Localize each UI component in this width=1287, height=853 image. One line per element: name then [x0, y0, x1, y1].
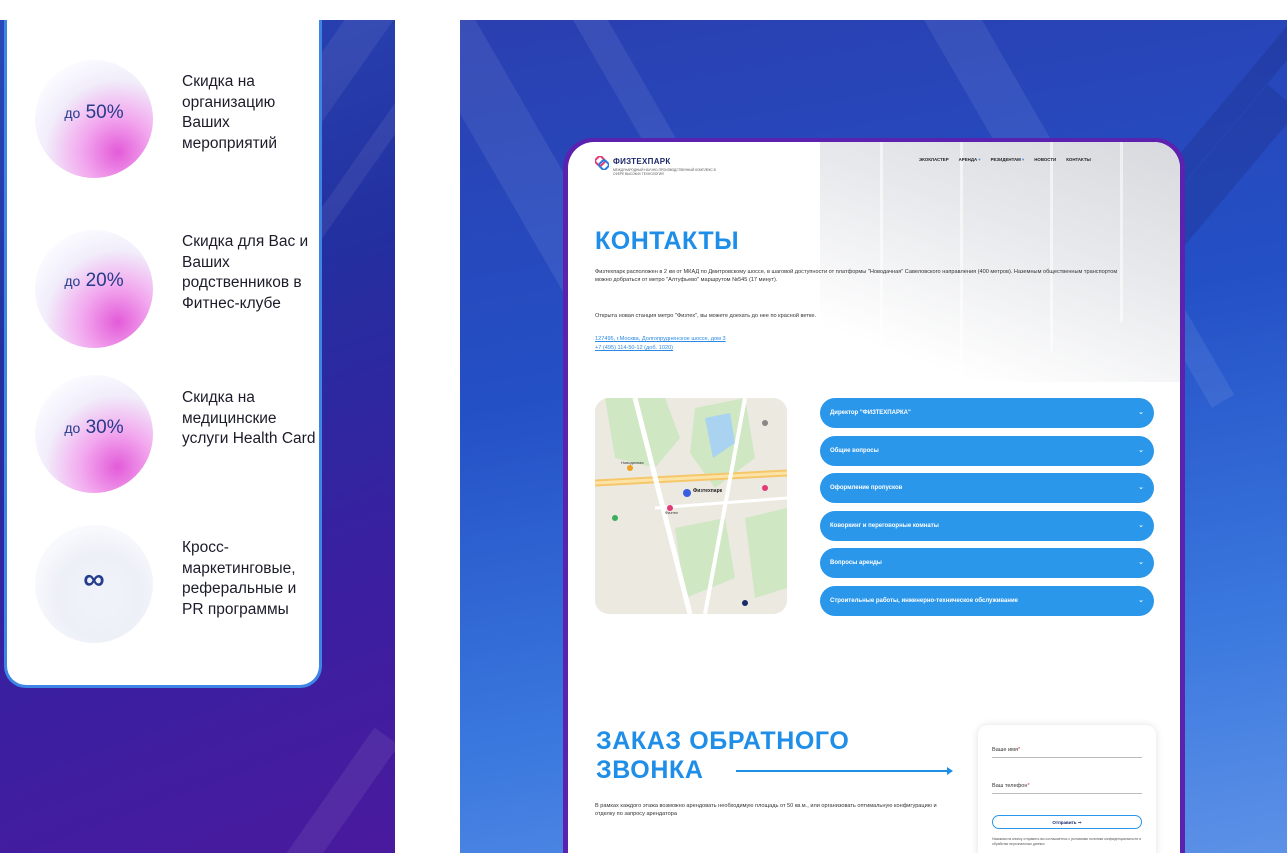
perk-value: до 30%	[64, 417, 124, 438]
perk-item: ∞ Кросс-маркетинговые, реферальные и PR …	[7, 525, 319, 675]
hero-building-image	[820, 142, 1180, 382]
nav-item-news[interactable]: НОВОСТИ	[1034, 157, 1056, 163]
accordion-label: Оформление пропусков	[830, 485, 903, 491]
callback-title: ЗАКАЗ ОБРАТНОГО ЗВОНКА	[596, 727, 850, 784]
accordion-director[interactable]: Директор "ФИЗТЕХПАРКА" ⌄	[820, 398, 1154, 428]
accordion-general[interactable]: Общие вопросы ⌄	[820, 436, 1154, 466]
accordion-label: Вопросы аренды	[830, 560, 882, 566]
accordion-label: Коворкинг и переговорные комнаты	[830, 523, 939, 529]
map-label-poi: Физтех	[665, 510, 679, 515]
submit-button[interactable]: Отправить ⇒	[992, 815, 1142, 829]
address-link[interactable]: 127495, г.Москва, Долгопрудненское шоссе…	[595, 335, 726, 343]
callback-form: Ваше имя* Ваш телефон* Отправить ⇒ Нажим…	[978, 725, 1156, 853]
chevron-down-icon: ⌄	[1138, 484, 1144, 491]
perk-value: до 20%	[64, 270, 124, 291]
accordion-label: Строительные работы, инженерно-техническ…	[830, 598, 1019, 604]
website-screen: ФИЗТЕХПАРК МЕЖДУНАРОДНЫЙ НАУЧНО-ПРОИЗВОД…	[568, 142, 1180, 853]
perk-value: до 50%	[64, 102, 124, 123]
phone-field[interactable]: Ваш телефон*	[992, 783, 1142, 794]
chevron-down-icon: ⌄	[1138, 447, 1144, 454]
perk-text: Скидка для Вас и Ваших родственников в Ф…	[182, 233, 309, 312]
logo-name: ФИЗТЕХПАРК	[613, 157, 671, 166]
perk-text: Скидка на медицинские услуги Health Card	[182, 389, 316, 447]
accordion-rent[interactable]: Вопросы аренды ⌄	[820, 548, 1154, 578]
logo-subtitle: МЕЖДУНАРОДНЫЙ НАУЧНО-ПРОИЗВОДСТВЕННЫЙ КО…	[613, 168, 716, 176]
phone-link[interactable]: +7 (495) 114-50-12 (доб. 1020)	[595, 344, 673, 352]
perk-text: Скидка на организацию Ваших мероприятий	[182, 73, 277, 152]
name-field[interactable]: Ваше имя*	[992, 747, 1142, 758]
benefits-card: до 50% Скидка на организацию Ваших мероп…	[4, 20, 322, 688]
submit-label: Отправить	[1052, 820, 1077, 825]
chevron-down-icon: ⌄	[1138, 522, 1144, 529]
accordion-label: Директор "ФИЗТЕХПАРКА"	[830, 410, 911, 416]
map-label-poi: Новодачная	[621, 460, 644, 465]
location-description: Физтехпарк расположен в 2 км от МКАД по …	[595, 269, 1118, 283]
accordion-construction[interactable]: Строительные работы, инженерно-техническ…	[820, 586, 1154, 616]
nav-item-ecocluster[interactable]: ЭКОКЛАСТЕР	[919, 157, 949, 163]
metro-note: Открыта новая станция метро "Физтех", вы…	[595, 313, 817, 319]
main-nav: ЭКОКЛАСТЕР АРЕНДА РЕЗИДЕНТАМ НОВОСТИ КОН…	[919, 157, 1091, 163]
consent-text: Нажимая на кнопку отправить вы соглашает…	[992, 837, 1142, 846]
name-field-label: Ваше имя	[992, 747, 1018, 753]
infinity-icon: ∞	[83, 563, 105, 596]
map-label-main: Физтехпарк	[693, 488, 723, 494]
nav-item-contacts[interactable]: КОНТАКТЫ	[1066, 157, 1091, 163]
accordion-label: Общие вопросы	[830, 448, 879, 454]
perk-text: Кросс-маркетинговые, реферальные и PR пр…	[182, 539, 297, 618]
location-map[interactable]: Физтехпарк Новодачная Физтех	[595, 398, 787, 614]
left-panel-background: до 50% Скидка на организацию Ваших мероп…	[0, 20, 395, 853]
perk-item: до 50% Скидка на организацию Ваших мероп…	[7, 60, 319, 210]
callback-description: В рамках каждого этажа возможно арендова…	[595, 803, 937, 817]
chevron-down-icon: ⌄	[1138, 559, 1144, 566]
page-title: КОНТАКТЫ	[595, 227, 740, 255]
perk-item: до 20% Скидка для Вас и Ваших родственни…	[7, 230, 319, 380]
arrow-right-icon	[736, 767, 953, 775]
accordion-coworking[interactable]: Коворкинг и переговорные комнаты ⌄	[820, 511, 1154, 541]
chevron-down-icon: ⌄	[1138, 409, 1144, 416]
phone-field-label: Ваш телефон	[992, 783, 1028, 789]
map-graphic	[595, 398, 787, 614]
logo-icon	[595, 156, 609, 170]
perk-item: до 30% Скидка на медицинские услуги Heal…	[7, 375, 319, 525]
chevron-down-icon: ⌄	[1138, 597, 1144, 604]
nav-item-rent[interactable]: АРЕНДА	[959, 157, 981, 163]
arrow-right-icon: ⇒	[1077, 820, 1082, 825]
accordion-passes[interactable]: Оформление пропусков ⌄	[820, 473, 1154, 503]
nav-item-residents[interactable]: РЕЗИДЕНТАМ	[991, 157, 1025, 163]
